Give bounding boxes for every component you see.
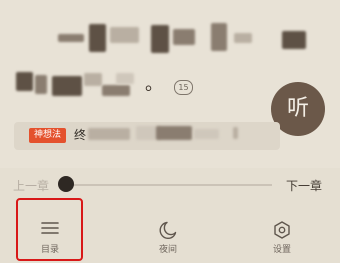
redacted-text-block <box>234 33 252 43</box>
redacted-text-block <box>89 24 106 52</box>
chapter-progress-thumb[interactable] <box>58 176 74 192</box>
comment-count-badge[interactable]: 15 <box>174 80 193 95</box>
redacted-text-block <box>173 29 195 45</box>
next-chapter-button[interactable]: 下一章 <box>286 177 322 194</box>
redacted-text-block <box>282 31 306 49</box>
settings-label: 设置 <box>272 245 291 255</box>
redacted-text-block <box>151 25 169 53</box>
redacted-text-block <box>116 73 134 84</box>
redacted-text-block <box>211 23 227 51</box>
idea-tag: 神想法 <box>29 128 66 143</box>
idea-text-visible: 终 <box>74 128 87 142</box>
redacted-idea-text <box>233 127 238 139</box>
settings-icon <box>274 221 290 239</box>
night-mode-label: 夜间 <box>158 245 177 255</box>
toc-highlight-box <box>16 198 83 261</box>
redacted-text-block <box>102 85 130 96</box>
redacted-text-block <box>58 34 84 42</box>
moon-icon <box>159 221 177 240</box>
reader-content-area: 。 15 听 神想法 终 <box>0 0 340 168</box>
settings-button[interactable]: 设置 <box>253 211 311 259</box>
chapter-progress-track[interactable] <box>64 184 272 186</box>
redacted-text-block <box>110 27 139 43</box>
reader-screen: 。 15 听 神想法 终 上一章 下一章 目录 夜间 设置 <box>0 0 340 263</box>
idea-text: 终 <box>74 126 86 143</box>
redacted-text-block <box>16 72 33 91</box>
redacted-text-block <box>52 76 82 96</box>
night-mode-button[interactable]: 夜间 <box>139 211 197 259</box>
prev-chapter-button[interactable]: 上一章 <box>13 177 49 194</box>
redacted-idea-text <box>88 128 130 140</box>
redacted-idea-text <box>156 126 192 140</box>
redacted-text-block <box>35 75 47 94</box>
sentence-end-mark: 。 <box>145 74 163 95</box>
redacted-text-block <box>84 73 102 86</box>
redacted-idea-text <box>194 129 219 139</box>
